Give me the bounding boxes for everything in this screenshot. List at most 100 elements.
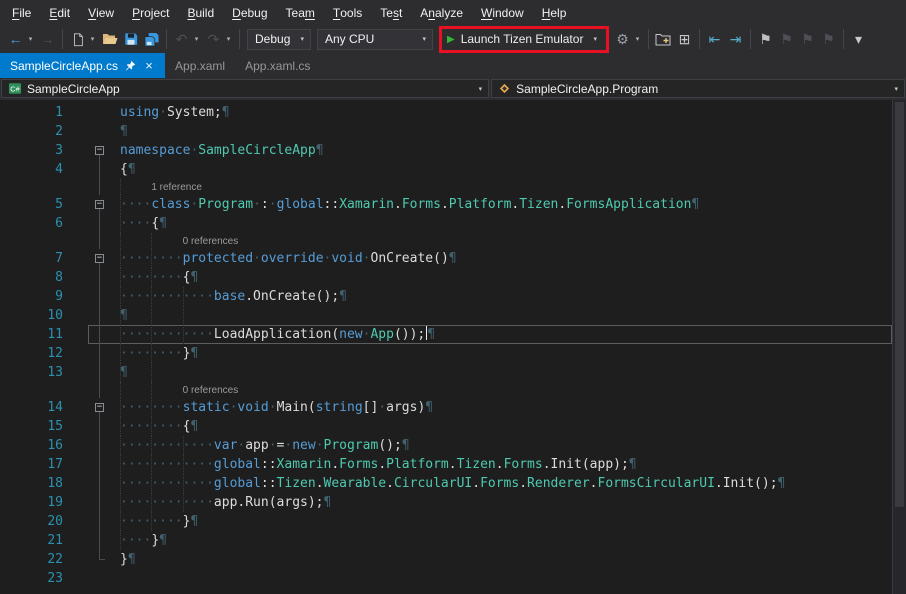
menu-project[interactable]: Project bbox=[123, 0, 178, 25]
breakpoint-margin[interactable] bbox=[0, 474, 18, 493]
open-file-icon[interactable] bbox=[99, 28, 120, 50]
codelens-references[interactable]: 0 references bbox=[183, 236, 239, 247]
code-text[interactable]: ············global::Xamarin.Forms.Platfo… bbox=[114, 455, 892, 474]
code-line[interactable]: 4{¶ bbox=[0, 160, 892, 179]
code-text[interactable]: ········}¶ bbox=[114, 344, 892, 363]
breakpoint-margin[interactable] bbox=[0, 195, 18, 214]
scrollbar-thumb[interactable] bbox=[895, 102, 904, 507]
bookmark-toggle-icon[interactable]: ⚑ bbox=[755, 28, 776, 50]
code-text[interactable]: ····class·Program·:·global::Xamarin.Form… bbox=[114, 195, 892, 214]
code-text[interactable]: ········protected·override·void·OnCreate… bbox=[114, 249, 892, 268]
bookmark-clear-icon[interactable]: ⚑ bbox=[818, 28, 839, 50]
breakpoint-margin[interactable] bbox=[0, 160, 18, 179]
launch-tizen-emulator-button[interactable]: ▶Launch Tizen Emulator▾ bbox=[443, 29, 605, 49]
code-text[interactable]: 1 reference bbox=[114, 179, 892, 195]
bookmark-previous-icon[interactable]: ⚑ bbox=[776, 28, 797, 50]
menu-tools[interactable]: Tools bbox=[324, 0, 371, 25]
menu-help[interactable]: Help bbox=[533, 0, 576, 25]
code-text[interactable]: ¶ bbox=[114, 306, 892, 325]
breakpoint-margin[interactable] bbox=[0, 122, 18, 141]
new-project-icon[interactable] bbox=[67, 28, 88, 50]
code-line[interactable]: 5−····class·Program·:·global::Xamarin.Fo… bbox=[0, 195, 892, 214]
tab-app-xaml[interactable]: App.xaml bbox=[165, 53, 235, 78]
code-line[interactable]: 18············global::Tizen.Wearable.Cir… bbox=[0, 474, 892, 493]
code-text[interactable]: 0 references bbox=[114, 382, 892, 398]
code-text[interactable]: ········{¶ bbox=[114, 417, 892, 436]
vertical-scrollbar[interactable] bbox=[892, 100, 906, 594]
code-text[interactable]: namespace·SampleCircleApp¶ bbox=[114, 141, 892, 160]
breakpoint-margin[interactable] bbox=[0, 550, 18, 569]
chevron-down-icon[interactable]: ▾ bbox=[589, 35, 601, 43]
solution-configuration-dropdown[interactable]: Debug▾ bbox=[247, 29, 311, 50]
breakpoint-margin[interactable] bbox=[0, 382, 18, 398]
fold-collapse-icon[interactable]: − bbox=[88, 195, 114, 214]
preview-window-icon[interactable]: ⊞ bbox=[674, 28, 695, 50]
code-line[interactable]: 15········{¶ bbox=[0, 417, 892, 436]
bookmark-next-icon[interactable]: ⚑ bbox=[797, 28, 818, 50]
breakpoint-margin[interactable] bbox=[0, 268, 18, 287]
breakpoint-margin[interactable] bbox=[0, 417, 18, 436]
code-line[interactable]: 16············var·app·=·new·Program();¶ bbox=[0, 436, 892, 455]
code-line[interactable]: 7−········protected·override·void·OnCrea… bbox=[0, 249, 892, 268]
menu-analyze[interactable]: Analyze bbox=[411, 0, 472, 25]
indent-decrease-icon[interactable]: ⇤ bbox=[704, 28, 725, 50]
code-text[interactable]: }¶ bbox=[114, 550, 892, 569]
code-text[interactable] bbox=[114, 569, 892, 588]
code-text[interactable]: ····{¶ bbox=[114, 214, 892, 233]
breakpoint-margin[interactable] bbox=[0, 398, 18, 417]
breakpoint-margin[interactable] bbox=[0, 103, 18, 122]
code-text[interactable]: ¶ bbox=[114, 122, 892, 141]
fold-collapse-icon[interactable]: − bbox=[88, 249, 114, 268]
code-text[interactable]: 0 references bbox=[114, 233, 892, 249]
code-line[interactable]: 12········}¶ bbox=[0, 344, 892, 363]
code-line[interactable]: 21····}¶ bbox=[0, 531, 892, 550]
fold-collapse-icon[interactable]: − bbox=[88, 141, 114, 160]
navigate-forward-icon[interactable]: → bbox=[37, 28, 58, 50]
breakpoint-margin[interactable] bbox=[0, 306, 18, 325]
menu-test[interactable]: Test bbox=[371, 0, 411, 25]
code-text[interactable]: ········}¶ bbox=[114, 512, 892, 531]
close-tab-icon[interactable]: × bbox=[143, 59, 155, 72]
code-editor[interactable]: 1using·System;¶2¶3−namespace·SampleCircl… bbox=[0, 100, 906, 594]
menu-team[interactable]: Team bbox=[277, 0, 324, 25]
new-folder-icon[interactable] bbox=[653, 28, 674, 50]
menu-view[interactable]: View bbox=[79, 0, 123, 25]
solution-platform-dropdown[interactable]: Any CPU▾ bbox=[317, 29, 433, 50]
debug-target-settings-icon[interactable]: ⚙ bbox=[612, 28, 633, 50]
menu-debug[interactable]: Debug bbox=[223, 0, 276, 25]
tab-app-xaml-cs[interactable]: App.xaml.cs bbox=[235, 53, 320, 78]
codelens-row[interactable]: 0 references bbox=[0, 382, 892, 398]
code-text[interactable]: ············LoadApplication(new·App());¶ bbox=[114, 325, 892, 344]
navigate-back-icon[interactable]: ← bbox=[5, 28, 26, 50]
code-line[interactable]: 1using·System;¶ bbox=[0, 103, 892, 122]
chevron-down-icon[interactable]: ▾ bbox=[88, 28, 97, 50]
tab-samplecircleapp-cs[interactable]: SampleCircleApp.cs× bbox=[0, 53, 165, 78]
code-line[interactable]: 10¶ bbox=[0, 306, 892, 325]
breakpoint-margin[interactable] bbox=[0, 141, 18, 160]
code-line[interactable]: 19············app.Run(args);¶ bbox=[0, 493, 892, 512]
codelens-row[interactable]: 0 references bbox=[0, 233, 892, 249]
code-line[interactable]: 11············LoadApplication(new·App())… bbox=[0, 325, 892, 344]
code-text[interactable]: ····}¶ bbox=[114, 531, 892, 550]
menu-edit[interactable]: Edit bbox=[40, 0, 79, 25]
code-text[interactable]: ········{¶ bbox=[114, 268, 892, 287]
member-dropdown[interactable]: SampleCircleApp.Program ▾ bbox=[491, 79, 905, 98]
code-line[interactable]: 6····{¶ bbox=[0, 214, 892, 233]
code-text[interactable]: ············base.OnCreate();¶ bbox=[114, 287, 892, 306]
code-text[interactable]: using·System;¶ bbox=[114, 103, 892, 122]
breakpoint-margin[interactable] bbox=[0, 344, 18, 363]
toolbar-overflow-icon[interactable]: ▾ bbox=[848, 28, 869, 50]
codelens-references[interactable]: 0 references bbox=[183, 385, 239, 396]
code-line[interactable]: 22}¶ bbox=[0, 550, 892, 569]
indent-increase-icon[interactable]: ⇥ bbox=[725, 28, 746, 50]
breakpoint-margin[interactable] bbox=[0, 531, 18, 550]
chevron-down-icon[interactable]: ▾ bbox=[633, 28, 642, 50]
code-text[interactable]: ········static·void·Main(string[]·args)¶ bbox=[114, 398, 892, 417]
chevron-down-icon[interactable]: ▾ bbox=[224, 28, 233, 50]
breakpoint-margin[interactable] bbox=[0, 363, 18, 382]
pin-tab-icon[interactable] bbox=[125, 60, 136, 71]
breakpoint-margin[interactable] bbox=[0, 512, 18, 531]
code-line[interactable]: 3−namespace·SampleCircleApp¶ bbox=[0, 141, 892, 160]
breakpoint-margin[interactable] bbox=[0, 233, 18, 249]
menu-build[interactable]: Build bbox=[178, 0, 223, 25]
